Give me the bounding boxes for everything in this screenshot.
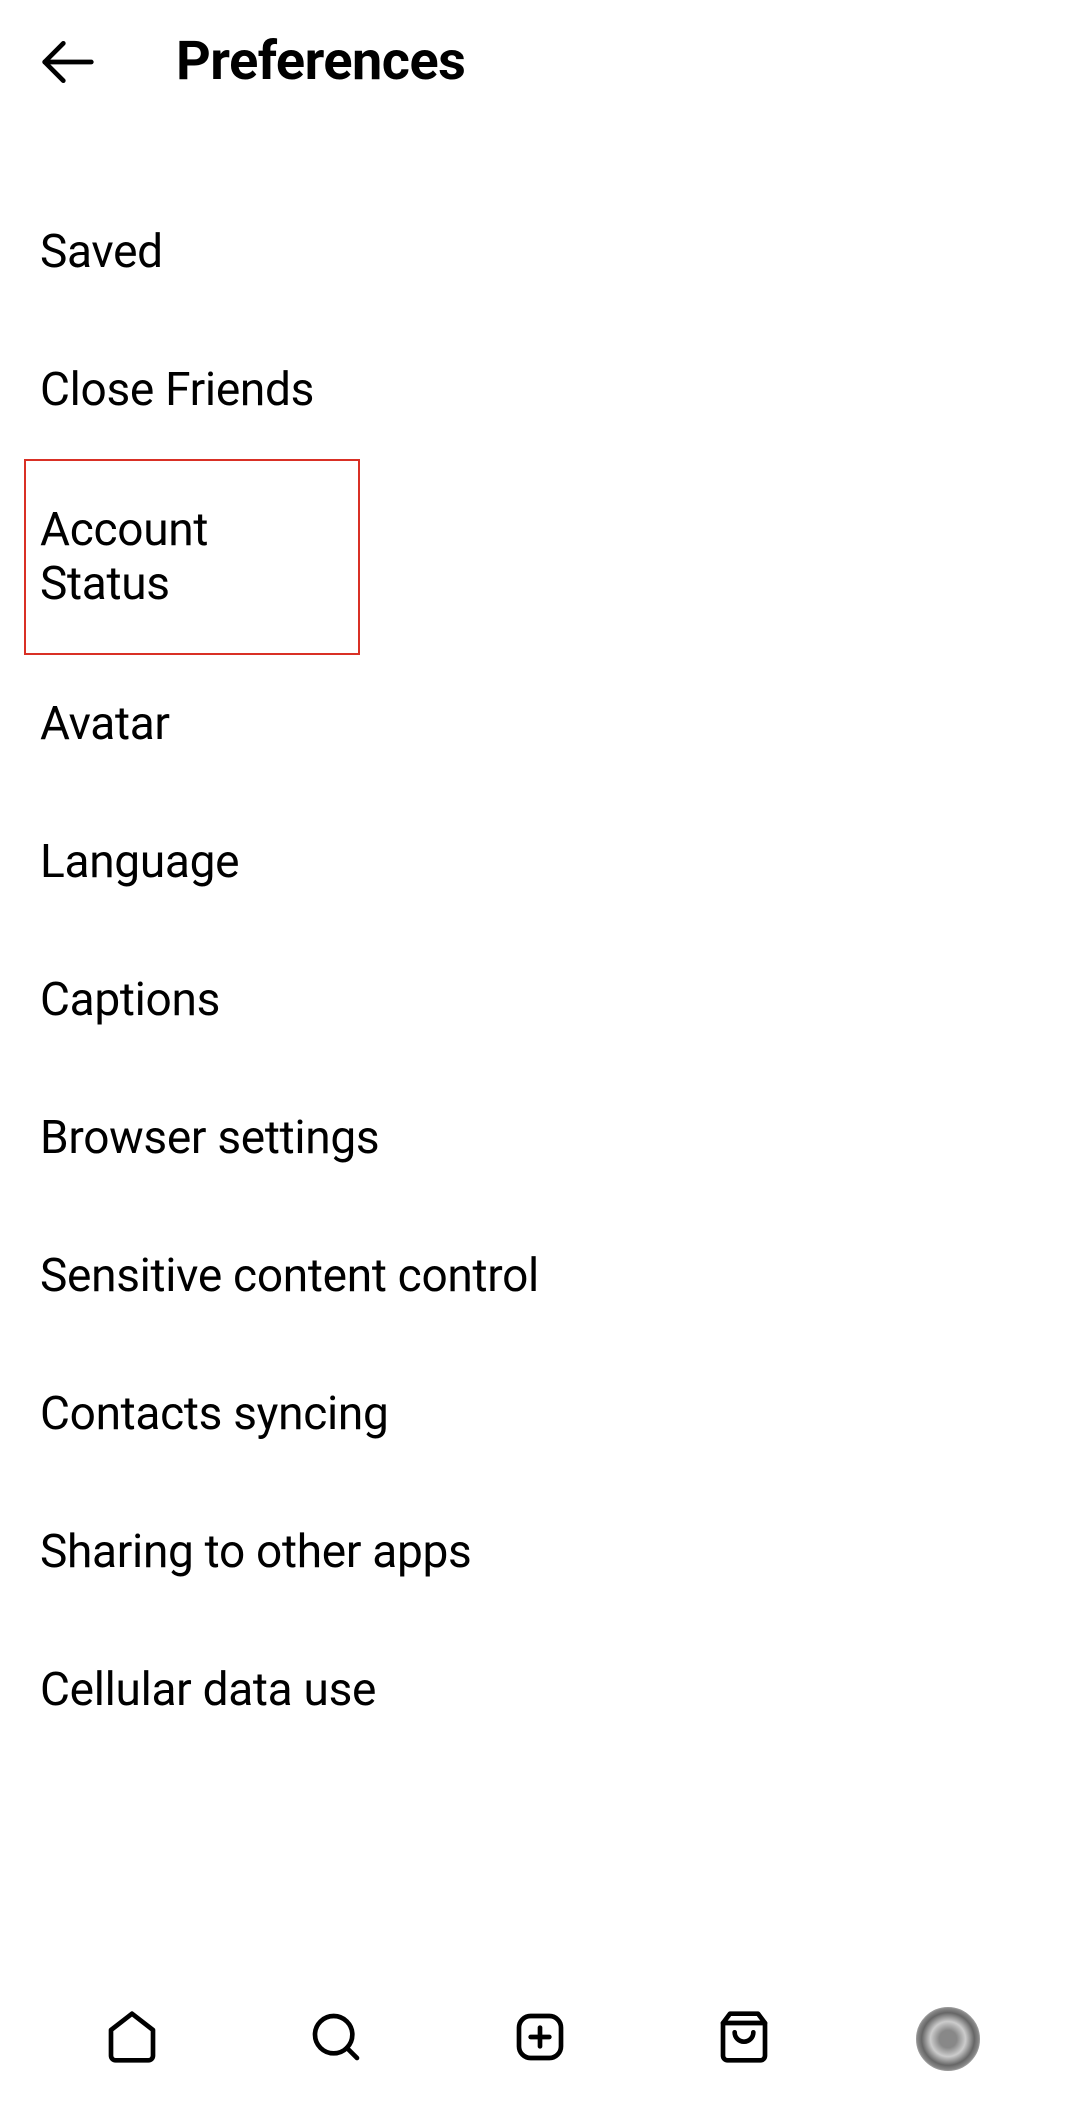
search-icon <box>308 2009 364 2069</box>
settings-item-avatar[interactable]: Avatar <box>0 655 1080 793</box>
nav-home[interactable] <box>96 2003 168 2075</box>
settings-item-contacts-syncing[interactable]: Contacts syncing <box>0 1345 1080 1483</box>
page-title: Preferences <box>176 30 465 93</box>
settings-item-saved[interactable]: Saved <box>0 183 1080 321</box>
settings-item-browser-settings[interactable]: Browser settings <box>0 1069 1080 1207</box>
settings-list: Saved Close Friends Account Status Avata… <box>0 123 1080 1759</box>
nav-shop[interactable] <box>708 2003 780 2075</box>
header: Preferences <box>0 0 1080 123</box>
settings-item-cellular-data-use[interactable]: Cellular data use <box>0 1621 1080 1759</box>
settings-item-label: Cellular data use <box>40 1663 376 1717</box>
settings-item-label: Avatar <box>40 697 170 751</box>
settings-item-close-friends[interactable]: Close Friends <box>0 321 1080 459</box>
settings-item-label: Browser settings <box>40 1111 379 1165</box>
avatar-icon <box>916 2007 980 2071</box>
settings-item-label: Saved <box>40 225 163 279</box>
settings-item-label: Captions <box>40 973 220 1027</box>
settings-item-sensitive-content-control[interactable]: Sensitive content control <box>0 1207 1080 1345</box>
settings-item-label: Language <box>40 835 239 889</box>
settings-item-label: Sensitive content control <box>40 1249 539 1303</box>
settings-item-label: Close Friends <box>40 363 314 417</box>
settings-item-label: Contacts syncing <box>40 1387 389 1441</box>
settings-item-label: Account Status <box>40 503 344 611</box>
back-icon[interactable] <box>40 34 96 90</box>
home-icon <box>104 2009 160 2069</box>
plus-square-icon <box>512 2009 568 2069</box>
nav-search[interactable] <box>300 2003 372 2075</box>
bottom-nav <box>0 1969 1080 2109</box>
settings-item-captions[interactable]: Captions <box>0 931 1080 1069</box>
nav-create[interactable] <box>504 2003 576 2075</box>
settings-item-sharing-to-other-apps[interactable]: Sharing to other apps <box>0 1483 1080 1621</box>
settings-item-label: Sharing to other apps <box>40 1525 471 1579</box>
settings-item-account-status[interactable]: Account Status <box>24 459 360 655</box>
settings-item-language[interactable]: Language <box>0 793 1080 931</box>
nav-profile[interactable] <box>912 2003 984 2075</box>
shopping-bag-icon <box>716 2009 772 2069</box>
